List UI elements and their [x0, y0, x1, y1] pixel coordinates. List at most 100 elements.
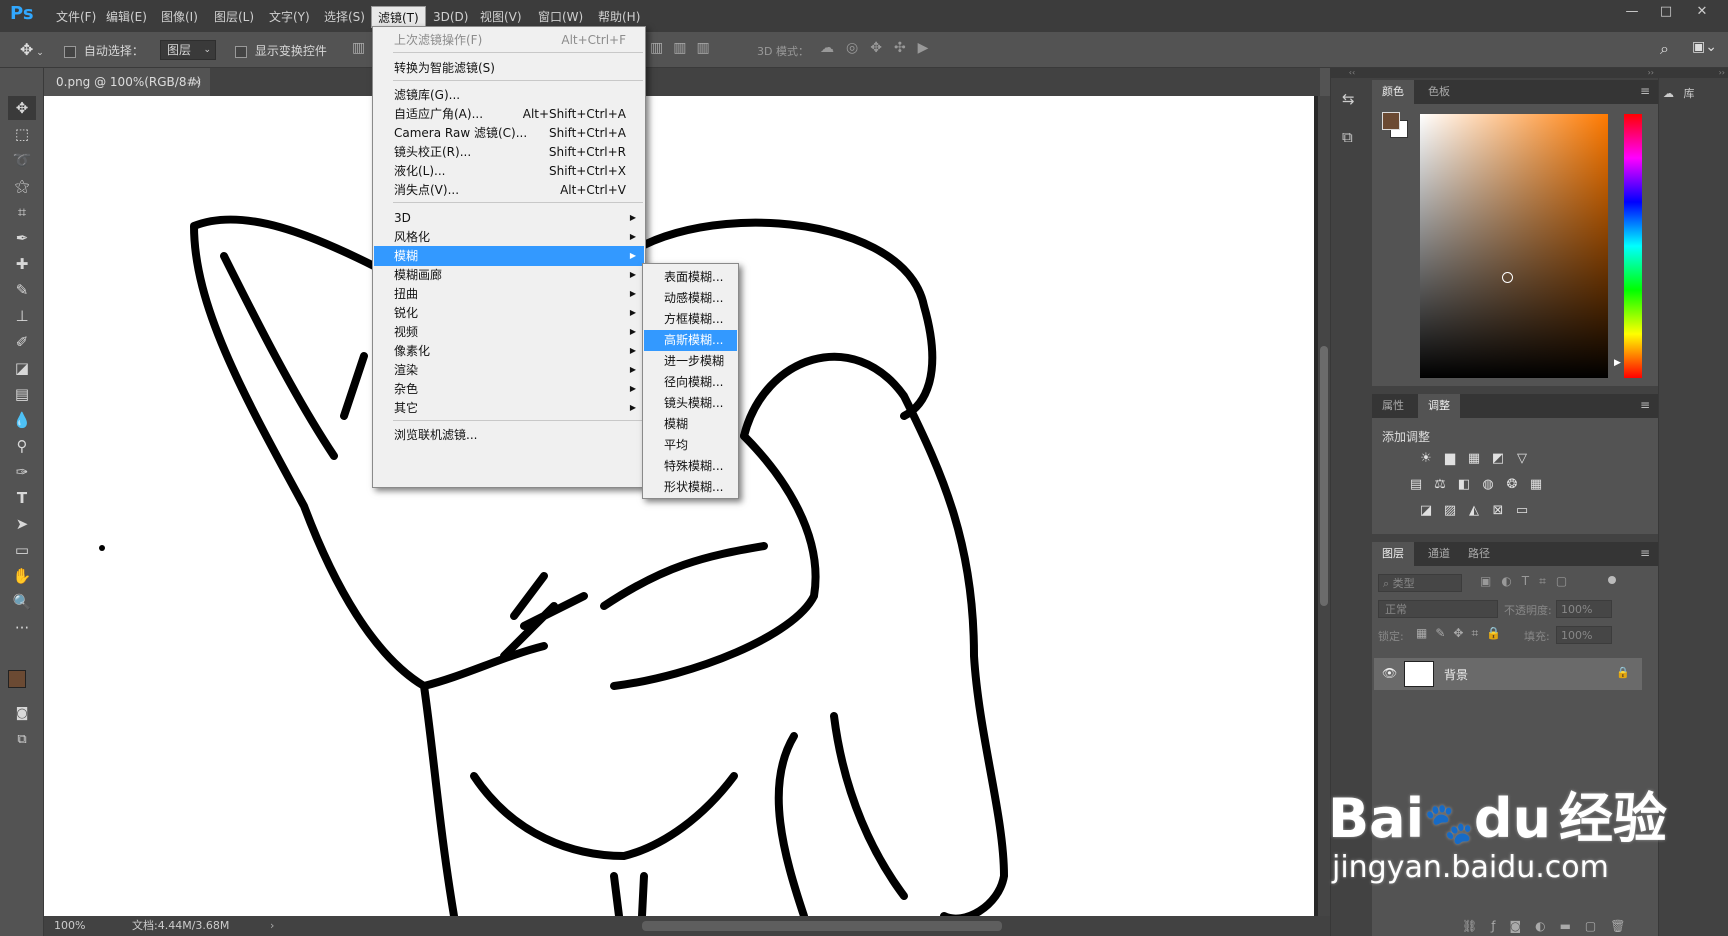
3d-mode-icons[interactable]: ☁◎✥✣▶ — [820, 40, 950, 60]
eraser-icon[interactable]: ◪ — [8, 356, 36, 380]
align-top-icon[interactable]: ▥ — [352, 40, 366, 60]
layer-filter-icons[interactable]: ▣◐T⌗▢ — [1480, 574, 1610, 592]
history-panel-icon[interactable]: ⇆ — [1342, 90, 1362, 110]
libraries-button[interactable]: ☁ 库 — [1663, 82, 1725, 106]
submenu-item-shape-blur[interactable]: 形状模糊... — [644, 477, 737, 498]
menu-item-3d[interactable]: 3D ▶ — [374, 208, 644, 228]
menu-item-render[interactable]: 渲染 ▶ — [374, 360, 644, 380]
submenu-item-box-blur[interactable]: 方框模糊... — [644, 309, 737, 330]
menu-type[interactable]: 文字(Y) — [263, 6, 316, 28]
document-canvas[interactable] — [44, 96, 1314, 916]
menu-item-vanishing-point[interactable]: 消失点(V)... Alt+Ctrl+V — [374, 180, 644, 200]
search-icon[interactable]: ⌕ — [1660, 39, 1682, 61]
tab-swatches[interactable]: 色板 — [1418, 80, 1460, 104]
blend-mode-dropdown[interactable]: 正常 — [1378, 600, 1498, 618]
collapse-icon[interactable]: ‹‹ — [1331, 68, 1373, 78]
menu-3d[interactable]: 3D(D) — [427, 6, 474, 28]
move-tool-icon[interactable]: ✥ — [8, 96, 36, 120]
show-transform-checkbox[interactable] — [235, 45, 247, 58]
menu-item-distort[interactable]: 扭曲 ▶ — [374, 284, 644, 304]
tab-color[interactable]: 颜色 — [1372, 80, 1414, 104]
menu-item-smart-filter[interactable]: 转换为智能滤镜(S) — [374, 58, 644, 78]
panel-menu-icon[interactable]: ≡ — [1640, 546, 1650, 560]
menu-item-stylize[interactable]: 风格化 ▶ — [374, 227, 644, 247]
screen-mode-icon[interactable]: ⧉ — [8, 728, 36, 752]
menu-item-camera-raw[interactable]: Camera Raw 滤镜(C)... Shift+Ctrl+A — [374, 123, 644, 143]
menu-image[interactable]: 图像(I) — [155, 6, 204, 28]
curves-icon[interactable]: ▦ — [1466, 452, 1482, 466]
menu-window[interactable]: 窗口(W) — [532, 6, 589, 28]
exposure-icon[interactable]: ◩ — [1490, 452, 1506, 466]
selective-color-icon[interactable]: ⊠ — [1490, 504, 1506, 518]
color-balance-icon[interactable]: ⚖ — [1432, 478, 1448, 492]
status-arrow-icon[interactable]: › — [270, 916, 274, 936]
menu-file[interactable]: 文件(F) — [50, 6, 102, 28]
gradient-map-icon[interactable]: ▭ — [1514, 504, 1530, 518]
eyedropper-icon[interactable]: ✒ — [8, 226, 36, 250]
filter-toggle-icon[interactable] — [1608, 576, 1616, 584]
menu-item-sharpen[interactable]: 锐化 ▶ — [374, 303, 644, 323]
threshold-icon[interactable]: ◭ — [1466, 504, 1482, 518]
distribute-icons[interactable]: ▥▥▥ — [650, 40, 730, 60]
collapse-icon[interactable]: ›› — [1659, 68, 1728, 78]
marquee-tool-icon[interactable]: ⬚ — [8, 122, 36, 146]
horizontal-scroll-thumb[interactable] — [642, 921, 1002, 931]
menu-item-liquify[interactable]: 液化(L)... Shift+Ctrl+X — [374, 161, 644, 181]
fill-input[interactable]: 100% — [1556, 626, 1612, 644]
gradient-icon[interactable]: ▤ — [8, 382, 36, 406]
menu-view[interactable]: 视图(V) — [474, 6, 528, 28]
panel-menu-icon[interactable]: ≡ — [1640, 84, 1650, 98]
black-white-icon[interactable]: ◧ — [1456, 478, 1472, 492]
tab-properties[interactable]: 属性 — [1372, 394, 1414, 418]
quick-mask-icon[interactable]: ◙ — [8, 702, 36, 726]
submenu-item-blur[interactable]: 模糊 — [644, 414, 737, 435]
menu-filter[interactable]: 滤镜(T) — [371, 6, 426, 28]
tab-channels[interactable]: 通道 — [1418, 542, 1460, 566]
submenu-item-gaussian-blur[interactable]: 高斯模糊... — [644, 330, 737, 351]
healing-brush-icon[interactable]: ✚ — [8, 252, 36, 276]
brightness-icon[interactable]: ☀ — [1418, 452, 1434, 466]
menu-help[interactable]: 帮助(H) — [592, 6, 646, 28]
maximize-button[interactable]: □ — [1652, 2, 1680, 22]
menu-item-noise[interactable]: 杂色 ▶ — [374, 379, 644, 399]
submenu-item-average[interactable]: 平均 — [644, 435, 737, 456]
tab-adjustments[interactable]: 调整 — [1418, 394, 1460, 418]
tab-layers[interactable]: 图层 — [1372, 542, 1414, 566]
menu-item-filter-gallery[interactable]: 滤镜库(G)... — [374, 85, 644, 105]
layers-footer-icons[interactable]: ⛓ƒ◙◐▬▢🗑 — [1372, 916, 1658, 936]
color-picker-cursor[interactable] — [1502, 272, 1513, 283]
layer-filter-dropdown[interactable]: ⌕ 类型 — [1378, 574, 1462, 592]
scrollbar-thumb[interactable] — [1320, 346, 1328, 606]
posterize-icon[interactable]: ▨ — [1442, 504, 1458, 518]
menu-item-other[interactable]: 其它 ▶ — [374, 398, 644, 418]
color-fg-swatch[interactable] — [1382, 112, 1400, 130]
brush-tool-icon[interactable]: ✎ — [8, 278, 36, 302]
zoom-tool-icon[interactable]: 🔍 — [8, 590, 36, 614]
panel-menu-icon[interactable]: ≡ — [1640, 398, 1650, 412]
hue-saturation-icon[interactable]: ▤ — [1408, 478, 1424, 492]
menu-item-video[interactable]: 视频 ▶ — [374, 322, 644, 342]
color-field[interactable] — [1420, 114, 1608, 378]
stamp-tool-icon[interactable]: ⊥ — [8, 304, 36, 328]
workspace-icon[interactable]: ▣⌄ — [1692, 39, 1722, 61]
move-tool-preset-icon[interactable]: ✥ ⌄ — [20, 40, 50, 60]
auto-select-checkbox[interactable] — [64, 45, 76, 58]
hand-tool-icon[interactable]: ✋ — [8, 564, 36, 588]
lock-icons[interactable]: ▦✎✥⌗🔒 — [1416, 626, 1516, 644]
submenu-item-blur-more[interactable]: 进一步模糊 — [644, 351, 737, 372]
menu-item-browse-online[interactable]: 浏览联机滤镜... — [374, 425, 644, 445]
type-tool-icon[interactable]: T — [8, 486, 36, 510]
levels-icon[interactable]: ▆ — [1442, 452, 1458, 466]
path-select-icon[interactable]: ➤ — [8, 512, 36, 536]
vibrance-icon[interactable]: ▽ — [1514, 452, 1530, 466]
menu-layer[interactable]: 图层(L) — [208, 6, 260, 28]
magic-wand-icon[interactable]: ⚝ — [8, 174, 36, 198]
document-tab[interactable]: 0.png @ 100%(RGB/8#) × — [44, 68, 210, 96]
close-window-button[interactable]: ✕ — [1688, 2, 1716, 22]
submenu-item-radial-blur[interactable]: 径向模糊... — [644, 372, 737, 393]
lasso-tool-icon[interactable]: ➰ — [8, 148, 36, 172]
layer-row[interactable]: 👁 背景 🔒 — [1374, 658, 1642, 690]
history-brush-icon[interactable]: ✐ — [8, 330, 36, 354]
hue-marker-icon[interactable]: ▶ — [1614, 358, 1621, 368]
photo-filter-icon[interactable]: ◍ — [1480, 478, 1496, 492]
